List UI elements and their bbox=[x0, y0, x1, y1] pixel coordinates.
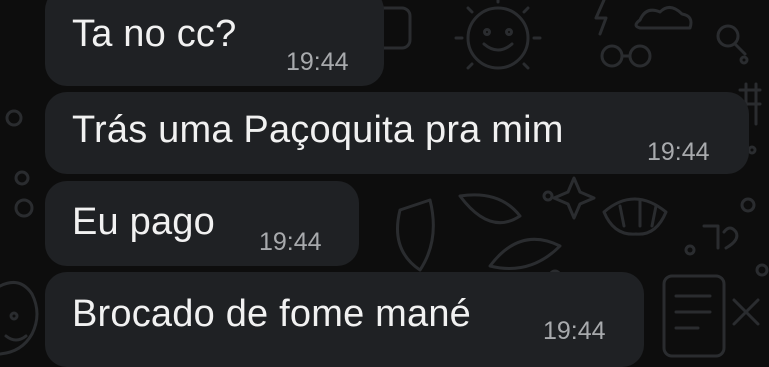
message-timestamp: 19:44 bbox=[259, 228, 322, 256]
message-text: Brocado de fome mané bbox=[72, 293, 472, 335]
message-timestamp: 19:44 bbox=[286, 48, 349, 76]
message-bubble[interactable]: Brocado de fome mané 19:44 bbox=[45, 272, 644, 367]
message-timestamp: 19:44 bbox=[543, 317, 606, 345]
message-bubble[interactable]: Eu pago 19:44 bbox=[45, 181, 359, 266]
message-text: Ta no cc? bbox=[72, 13, 237, 55]
message-bubble[interactable]: Ta no cc? 19:44 bbox=[45, 0, 384, 86]
message-text: Eu pago bbox=[72, 201, 215, 243]
message-timestamp: 19:44 bbox=[647, 138, 710, 166]
chat-conversation: Ta no cc? 19:44 Trás uma Paçoquita pra m… bbox=[0, 0, 769, 367]
sun-doodle-icon bbox=[454, 0, 542, 70]
message-bubble[interactable]: Trás uma Paçoquita pra mim 19:44 bbox=[45, 92, 749, 174]
message-text: Trás uma Paçoquita pra mim bbox=[72, 109, 564, 151]
